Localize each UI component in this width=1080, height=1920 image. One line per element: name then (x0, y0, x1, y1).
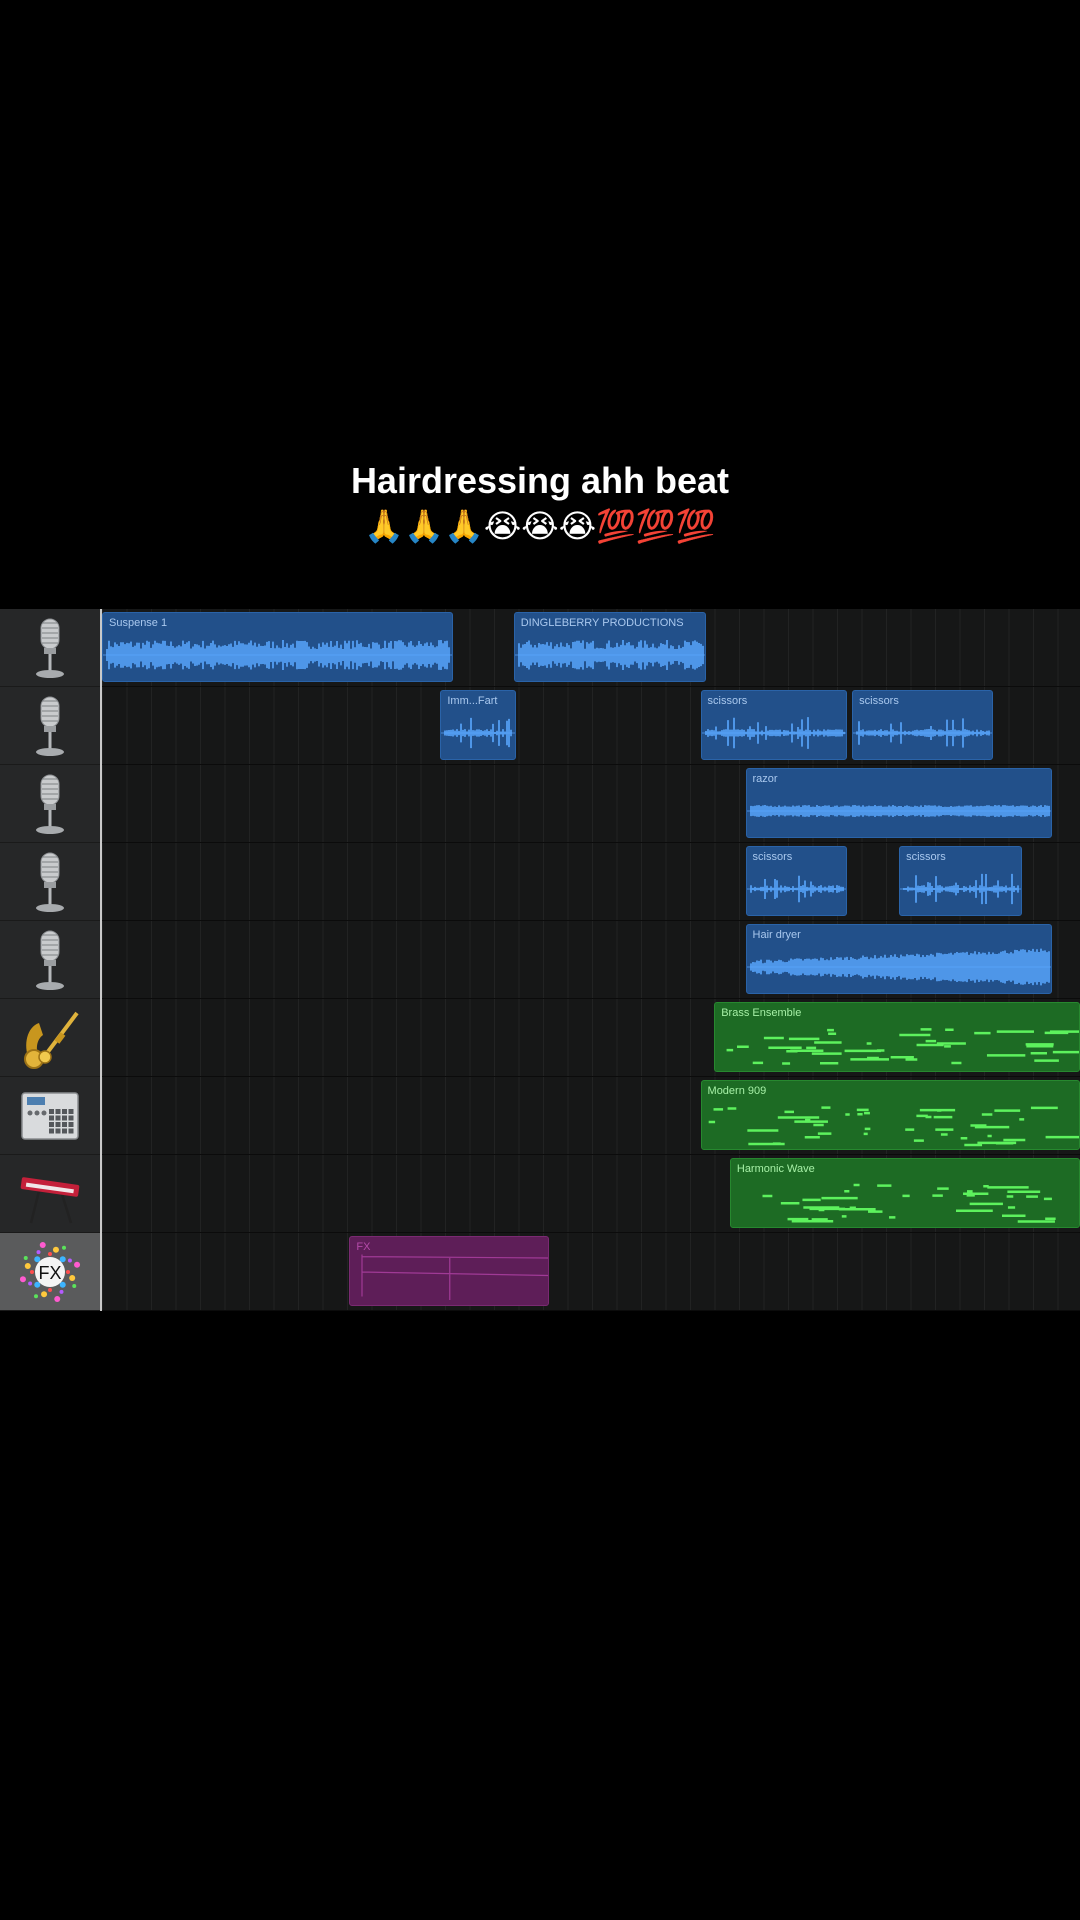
region-label: DINGLEBERRY PRODUCTIONS (520, 617, 684, 629)
track-lane-6[interactable]: Brass Ensemble (102, 999, 1080, 1077)
midi-region[interactable]: Modern 909 (700, 1080, 1080, 1150)
microphone-icon (17, 849, 83, 915)
microphone-icon (17, 771, 83, 837)
region-label: Imm...Fart (447, 695, 498, 707)
track-header-1[interactable] (0, 609, 100, 687)
audio-region[interactable]: DINGLEBERRY PRODUCTIONS (513, 612, 707, 682)
brass-instruments-icon (17, 1005, 83, 1071)
region-label: scissors (752, 851, 793, 863)
video-caption: Hairdressing ahh beat 🙏🙏🙏😭😭😭💯💯💯 (0, 458, 1080, 548)
track-header-8[interactable] (0, 1155, 100, 1233)
track-header-7[interactable] (0, 1077, 100, 1155)
track-lane-3[interactable]: razor (102, 765, 1080, 843)
region-label: Hair dryer (752, 929, 801, 941)
region-label: Brass Ensemble (721, 1007, 802, 1019)
fx-region[interactable]: FX (349, 1236, 549, 1306)
microphone-icon (17, 615, 83, 681)
track-header-4[interactable] (0, 843, 100, 921)
track-lane-7[interactable]: Modern 909 (102, 1077, 1080, 1155)
track-header-9[interactable]: FX (0, 1233, 100, 1311)
region-label: scissors (906, 851, 946, 863)
microphone-icon (17, 693, 83, 759)
track-lane-8[interactable]: Harmonic Wave (102, 1155, 1080, 1233)
keyboard-synth-icon (17, 1161, 83, 1227)
audio-region[interactable]: scissors (852, 690, 993, 760)
audio-region[interactable]: scissors (700, 690, 848, 760)
svg-text:FX: FX (38, 1263, 61, 1283)
track-lane-1[interactable]: Suspense 1 DINGLEBERRY PRODUCTIONS (102, 609, 1080, 687)
playhead-divider[interactable] (100, 609, 102, 1311)
audio-region[interactable]: razor (745, 768, 1052, 838)
audio-region[interactable]: scissors (745, 846, 848, 916)
audio-region[interactable]: Hair dryer (745, 924, 1052, 994)
track-lane-2[interactable]: Imm...Fart scissors scissors (102, 687, 1080, 765)
track-lane-4[interactable]: scissors scissors (102, 843, 1080, 921)
track-header-5[interactable] (0, 921, 100, 999)
region-label: razor (752, 773, 778, 785)
drum-machine-icon (17, 1083, 83, 1149)
audio-region[interactable]: scissors (899, 846, 1023, 916)
track-header-6[interactable] (0, 999, 100, 1077)
region-label: Modern 909 (707, 1085, 767, 1097)
caption-emoji: 🙏🙏🙏😭😭😭💯💯💯 (364, 507, 716, 545)
track-header-2[interactable] (0, 687, 100, 765)
region-label: scissors (859, 695, 899, 707)
track-lane-9[interactable]: FX (102, 1233, 1080, 1311)
tracks-view: Suspense 1 DINGLEBERRY PRODUCTIONS Imm...F… (0, 609, 1080, 1311)
region-label: scissors (707, 695, 748, 707)
midi-region[interactable]: Harmonic Wave (729, 1158, 1080, 1228)
microphone-icon (17, 927, 83, 993)
audio-region[interactable]: Imm...Fart (440, 690, 516, 760)
track-lane-5[interactable]: Hair dryer (102, 921, 1080, 999)
audio-region[interactable]: Suspense 1 (102, 612, 454, 682)
fx-icon: FX (17, 1239, 83, 1305)
track-header-3[interactable] (0, 765, 100, 843)
caption-title: Hairdressing ahh beat (350, 460, 730, 501)
region-label: Harmonic Wave (736, 1163, 815, 1175)
region-label: FX (356, 1241, 371, 1253)
region-label: Suspense 1 (109, 617, 168, 629)
midi-region[interactable]: Brass Ensemble (714, 1002, 1080, 1072)
